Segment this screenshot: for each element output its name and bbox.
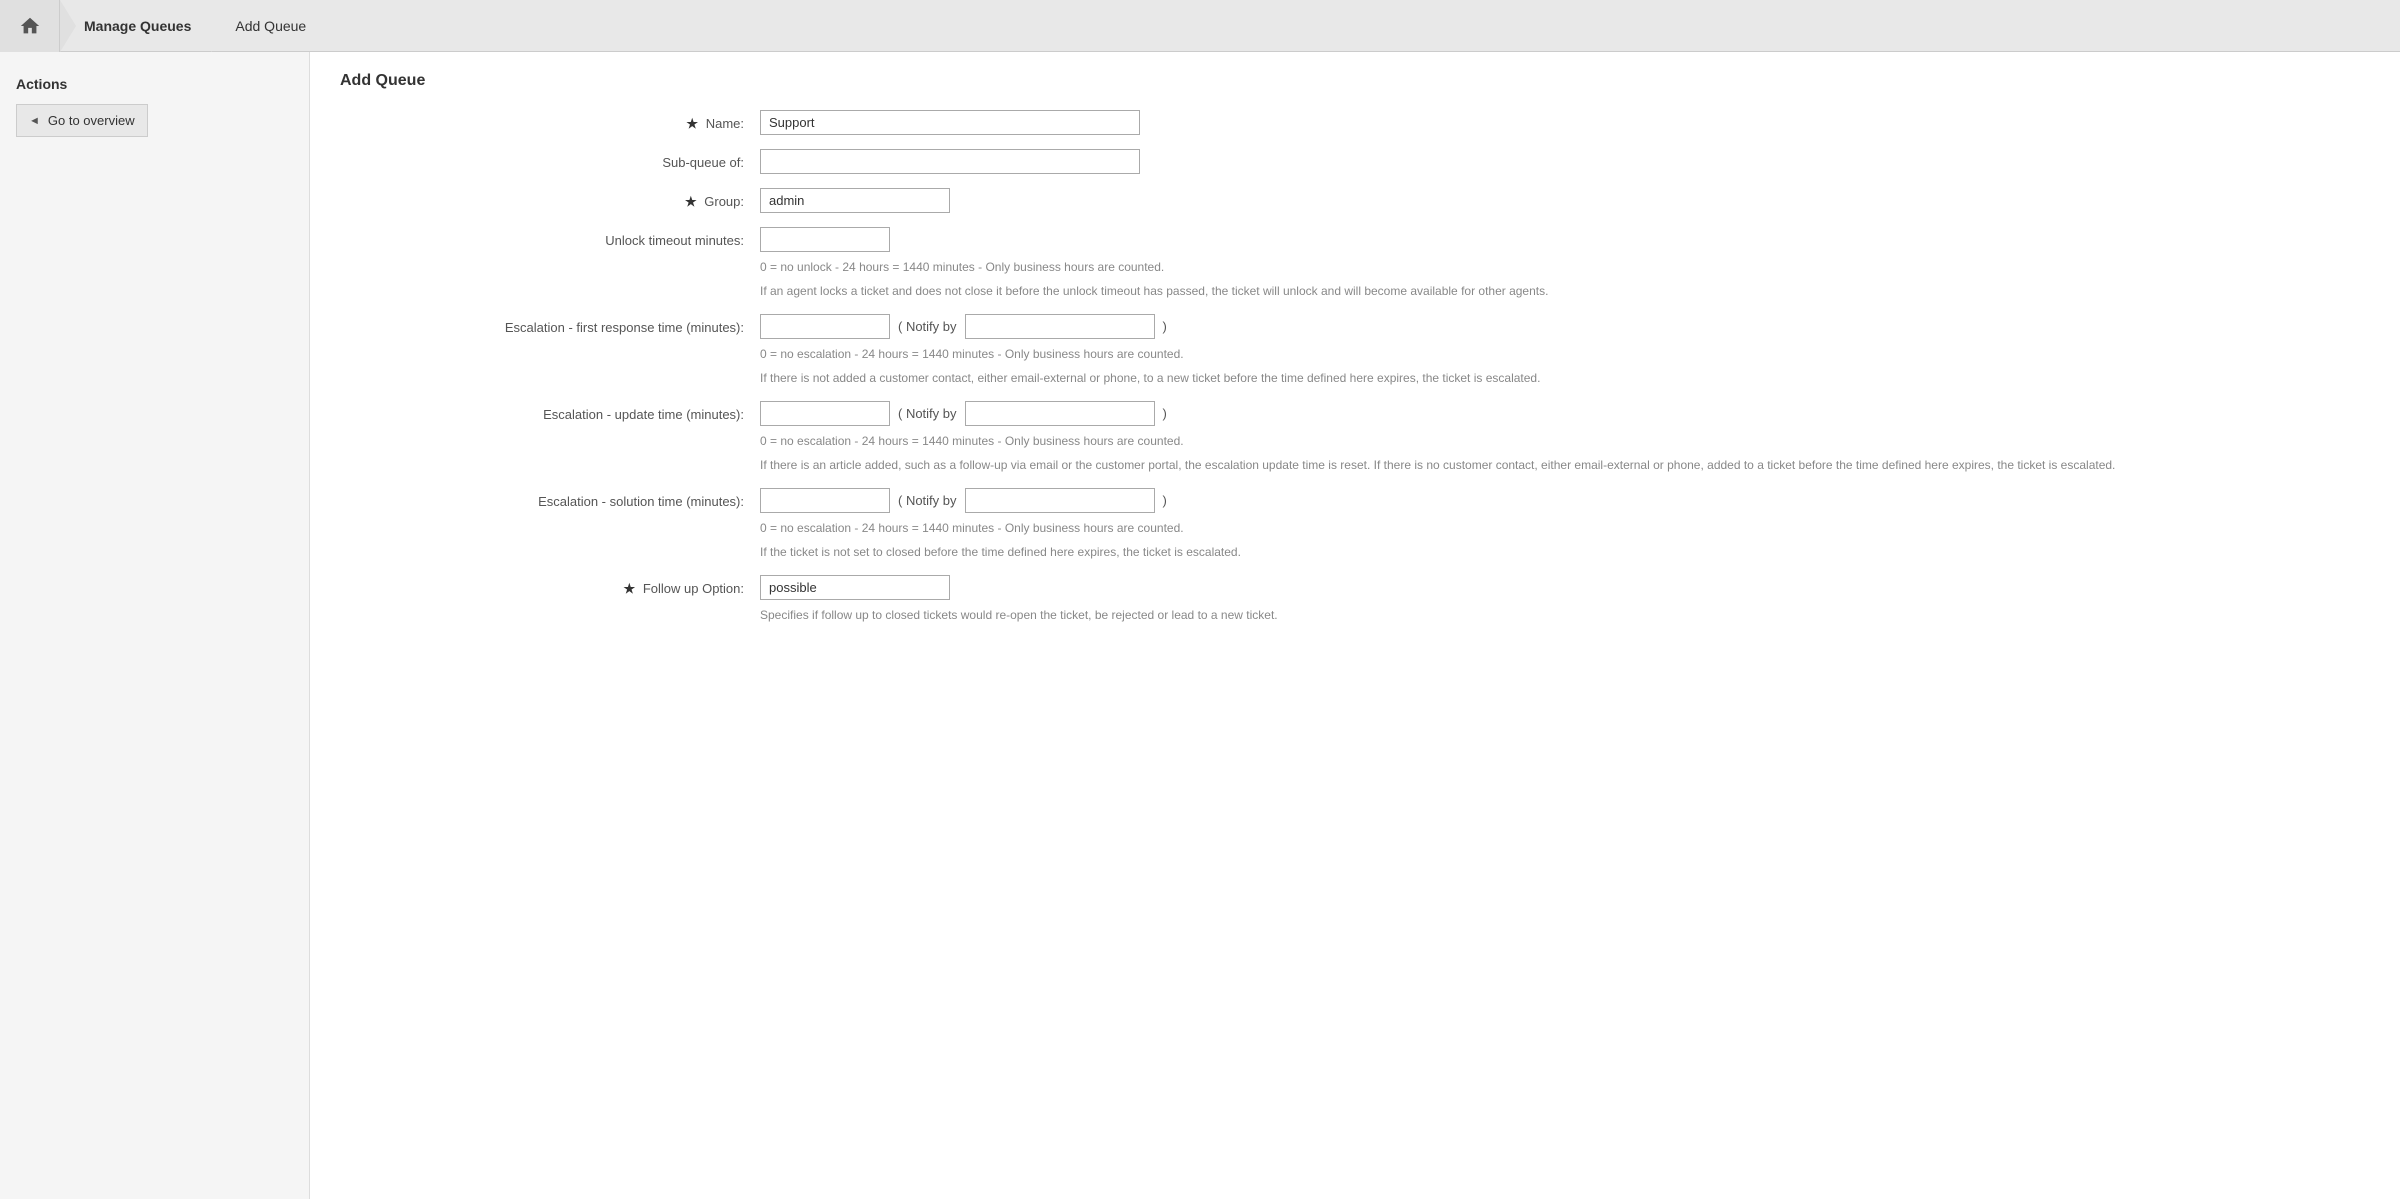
- sidebar: Actions ◄ Go to overview: [0, 52, 310, 1199]
- back-arrow-icon: ◄: [29, 115, 40, 127]
- esc-update-help1: 0 = no escalation - 24 hours = 1440 minu…: [760, 432, 2370, 450]
- esc-first-notify-close: ): [1163, 319, 1167, 334]
- unlock-field-row: Unlock timeout minutes: 0 = no unlock - …: [340, 227, 2370, 300]
- esc-solution-field-area: ( Notify by ) 0 = no escalation - 24 hou…: [760, 488, 2370, 561]
- subqueue-field-area: [760, 149, 2370, 174]
- group-label: ★ Group:: [340, 188, 760, 210]
- esc-update-field-row: Escalation - update time (minutes): ( No…: [340, 401, 2370, 474]
- breadcrumb-separator: [211, 0, 227, 52]
- home-button[interactable]: [0, 0, 60, 52]
- unlock-field-area: 0 = no unlock - 24 hours = 1440 minutes …: [760, 227, 2370, 300]
- esc-update-notify-close: ): [1163, 406, 1167, 421]
- subqueue-field-row: Sub-queue of:: [340, 149, 2370, 174]
- esc-update-input[interactable]: [760, 401, 890, 426]
- main-content: Add Queue ★ Name: Sub-queue of: ★ Gr: [310, 52, 2400, 1199]
- home-icon: [19, 15, 41, 37]
- followup-label: ★ Follow up Option:: [340, 575, 760, 597]
- esc-update-label: Escalation - update time (minutes):: [340, 401, 760, 422]
- esc-solution-inline: ( Notify by ): [760, 488, 2370, 513]
- esc-first-inline: ( Notify by ): [760, 314, 2370, 339]
- followup-field-row: ★ Follow up Option: Specifies if follow …: [340, 575, 2370, 624]
- esc-first-notify-input[interactable]: [965, 314, 1155, 339]
- page-title: Add Queue: [340, 72, 2370, 90]
- unlock-help1: 0 = no unlock - 24 hours = 1440 minutes …: [760, 258, 2370, 276]
- esc-update-inline: ( Notify by ): [760, 401, 2370, 426]
- esc-update-field-area: ( Notify by ) 0 = no escalation - 24 hou…: [760, 401, 2370, 474]
- esc-solution-label: Escalation - solution time (minutes):: [340, 488, 760, 509]
- subqueue-label: Sub-queue of:: [340, 149, 760, 170]
- esc-update-help2: If there is an article added, such as a …: [760, 456, 2370, 474]
- breadcrumb-add-queue[interactable]: Add Queue: [227, 0, 326, 52]
- esc-solution-notify-label: ( Notify by: [898, 493, 957, 508]
- unlock-label: Unlock timeout minutes:: [340, 227, 760, 248]
- esc-first-help2: If there is not added a customer contact…: [760, 369, 2370, 387]
- page-layout: Actions ◄ Go to overview Add Queue ★ Nam…: [0, 52, 2400, 1199]
- esc-solution-help1: 0 = no escalation - 24 hours = 1440 minu…: [760, 519, 2370, 537]
- subqueue-input[interactable]: [760, 149, 1140, 174]
- esc-update-notify-label: ( Notify by: [898, 406, 957, 421]
- group-field-area: [760, 188, 2370, 213]
- name-field-row: ★ Name:: [340, 110, 2370, 135]
- esc-solution-help2: If the ticket is not set to closed befor…: [760, 543, 2370, 561]
- unlock-help2: If an agent locks a ticket and does not …: [760, 282, 2370, 300]
- esc-solution-notify-input[interactable]: [965, 488, 1155, 513]
- esc-first-help1: 0 = no escalation - 24 hours = 1440 minu…: [760, 345, 2370, 363]
- esc-solution-field-row: Escalation - solution time (minutes): ( …: [340, 488, 2370, 561]
- breadcrumb-arrow-1: [60, 0, 76, 52]
- esc-first-label: Escalation - first response time (minute…: [340, 314, 760, 335]
- name-input[interactable]: [760, 110, 1140, 135]
- sidebar-title: Actions: [0, 68, 309, 104]
- esc-solution-notify-close: ): [1163, 493, 1167, 508]
- name-label: ★ Name:: [340, 110, 760, 132]
- go-to-overview-button[interactable]: ◄ Go to overview: [16, 104, 148, 137]
- esc-first-field-area: ( Notify by ) 0 = no escalation - 24 hou…: [760, 314, 2370, 387]
- followup-input[interactable]: [760, 575, 950, 600]
- esc-first-notify-label: ( Notify by: [898, 319, 957, 334]
- group-input[interactable]: [760, 188, 950, 213]
- esc-first-field-row: Escalation - first response time (minute…: [340, 314, 2370, 387]
- group-field-row: ★ Group:: [340, 188, 2370, 213]
- esc-first-input[interactable]: [760, 314, 890, 339]
- esc-update-notify-input[interactable]: [965, 401, 1155, 426]
- breadcrumb: Manage Queues Add Queue: [0, 0, 2400, 52]
- followup-field-area: Specifies if follow up to closed tickets…: [760, 575, 2370, 624]
- esc-solution-input[interactable]: [760, 488, 890, 513]
- unlock-input[interactable]: [760, 227, 890, 252]
- followup-help: Specifies if follow up to closed tickets…: [760, 606, 2370, 624]
- breadcrumb-manage-queues[interactable]: Manage Queues: [76, 0, 211, 52]
- name-field-area: [760, 110, 2370, 135]
